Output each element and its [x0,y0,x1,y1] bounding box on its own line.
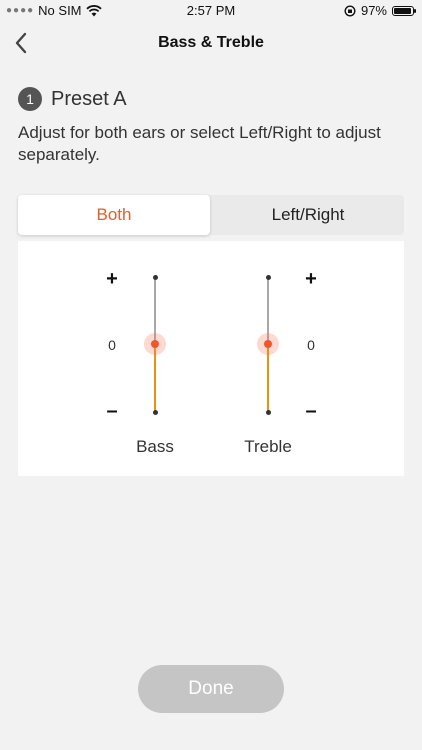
bass-top-end-dot [152,274,158,280]
ear-mode-segmented-control: Both Left/Right [18,195,404,235]
equalizer-panel: + 0 – Bass + 0 – Treble [18,241,404,476]
treble-top-end-dot [265,274,271,280]
bass-slider-thumb[interactable] [144,333,166,355]
treble-zero-label: 0 [307,337,315,353]
treble-minus-label: – [305,400,317,422]
treble-bottom-end-dot [265,409,271,415]
preset-label: Preset A [51,87,127,110]
bass-plus-label: + [106,268,118,290]
bass-minus-label: – [106,400,118,422]
tab-both[interactable]: Both [18,195,210,235]
tab-left-right[interactable]: Left/Right [212,195,404,235]
status-bar: ●●●● No SIM 2:57 PM 97% [0,0,422,22]
preset-heading: 1 Preset A [18,87,127,111]
page-title: Bass & Treble [158,34,264,51]
battery-percent: 97% [360,3,387,18]
bass-bottom-end-dot [152,409,158,415]
battery-fill [394,7,412,14]
bass-label: Bass [136,437,174,456]
treble-plus-label: + [305,268,317,290]
instructions-text: Adjust for both ears or select Left/Righ… [18,123,381,164]
treble-label: Treble [244,437,292,456]
treble-slider-thumb[interactable] [257,333,279,355]
orientation-lock-icon [344,4,356,17]
preset-number-badge: 1 [18,87,42,111]
bass-zero-label: 0 [108,337,116,353]
done-button[interactable]: Done [138,665,284,713]
status-right: 97% [344,3,416,18]
navigation-bar: Bass & Treble [0,26,422,62]
battery-icon [392,5,416,16]
